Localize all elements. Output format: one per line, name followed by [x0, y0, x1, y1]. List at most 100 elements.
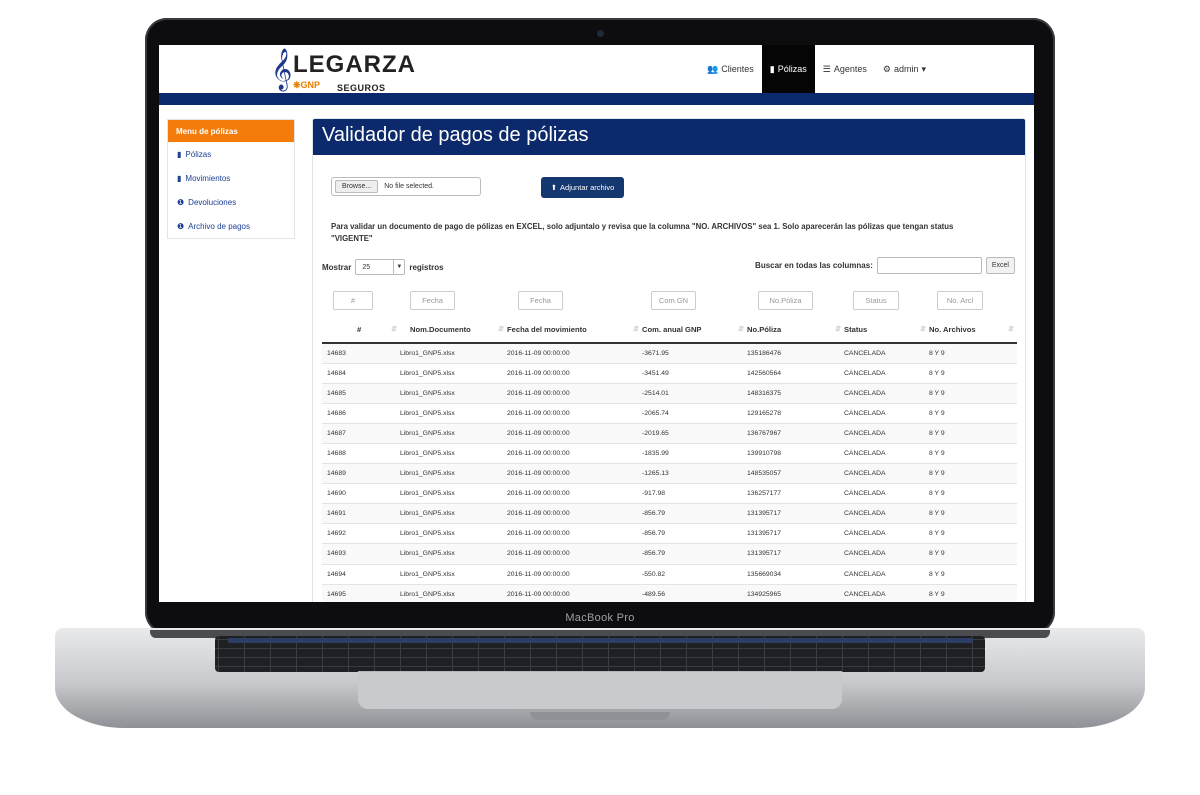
cell-row-number: 14687 [322, 422, 400, 444]
cell-no-poliza: 142560564 [747, 362, 844, 384]
device-label: MacBook Pro [565, 612, 635, 624]
brand-logo[interactable]: 𝄞 LEGARZA ❋GNP SEGUROS S.A [271, 50, 415, 104]
cell-fecha-movimiento: 2016-11-09 00:00:00 [507, 463, 642, 484]
page-length-select[interactable]: 25 ▼ [355, 259, 406, 275]
table-row[interactable]: 14683 Libro1_GNP5.xlsx 2016-11-09 00:00:00… [322, 342, 1017, 364]
attach-file-button[interactable]: ⬆ Adjuntar archivo [541, 177, 624, 198]
payments-table: # ⇵ Nom.Documento ⇵ Fecha del movimiento ⇵ … [322, 316, 1017, 602]
cell-no-poliza: 131395717 [747, 503, 844, 524]
filter-input-number[interactable]: # [333, 291, 373, 310]
cell-row-number: 14693 [322, 543, 400, 565]
cell-nom-documento: Libro1_GNP5.xlsx [400, 483, 507, 504]
table-search: Buscar en todas las columnas: Excel [755, 257, 1015, 274]
nav-item-admin-dropdown[interactable]: ⚙ admin ▾ [875, 45, 934, 93]
cell-fecha-movimiento: 2016-11-09 00:00:00 [507, 583, 642, 602]
search-input[interactable] [876, 257, 982, 274]
sidebar-item-archivo-de-pagos[interactable]: ❶ Archivo de pagos [168, 214, 294, 238]
column-header-status[interactable]: Status ⇵ [844, 316, 929, 344]
cell-status: CANCELADA [844, 583, 929, 602]
filter-input-com-gnp[interactable]: Com.GN [651, 291, 696, 310]
top-nav-menu: 👥 Clientes ▮ Pólizas ☰ Agentes ⚙ admin ▾ [699, 45, 934, 93]
nav-item-clientes[interactable]: 👥 Clientes [699, 45, 762, 93]
column-header-label: # [357, 324, 362, 334]
column-header-no-archivos[interactable]: No. Archivos ⇵ [929, 316, 1017, 344]
cell-com-anual-gnp: -856.79 [642, 503, 747, 524]
sidebar-item-polizas[interactable]: ▮ Pólizas [168, 142, 294, 166]
cell-fecha-movimiento: 2016-11-09 00:00:00 [507, 523, 642, 544]
table-row[interactable]: 14689 Libro1_GNP5.xlsx 2016-11-09 00:00:00… [322, 463, 1017, 484]
cell-no-archivos: 8 Y 9 [929, 402, 1017, 424]
cell-row-number: 14692 [322, 523, 400, 544]
laptop-trackpad [358, 671, 842, 709]
filter-input-no-poliza[interactable]: No.Póliza [758, 291, 813, 310]
search-label: Buscar en todas las columnas: [755, 261, 873, 270]
sidebar: Menu de pólizas ▮ Pólizas ▮ Movimientos … [167, 119, 295, 239]
table-header-row: # ⇵ Nom.Documento ⇵ Fecha del movimiento ⇵ … [322, 316, 1017, 344]
header-accent-bar [159, 93, 1034, 105]
cell-no-archivos: 8 Y 9 [929, 503, 1017, 524]
excel-export-button[interactable]: Excel [985, 257, 1015, 274]
filter-input-status[interactable]: Status [853, 291, 899, 310]
cell-nom-documento: Libro1_GNP5.xlsx [400, 463, 507, 484]
cell-nom-documento: Libro1_GNP5.xlsx [400, 543, 507, 565]
cell-com-anual-gnp: -550.82 [642, 563, 747, 585]
column-header-nom-documento[interactable]: Nom.Documento ⇵ [400, 316, 507, 344]
column-header-number[interactable]: # ⇵ [322, 316, 400, 344]
column-header-label: Fecha del movimiento [507, 324, 587, 334]
laptop-touchbar [228, 638, 973, 643]
cell-fecha-movimiento: 2016-11-09 00:00:00 [507, 563, 642, 585]
cell-com-anual-gnp: -2514.01 [642, 382, 747, 404]
table-row[interactable]: 14695 Libro1_GNP5.xlsx 2016-11-09 00:00:00… [322, 583, 1017, 602]
cell-no-archivos: 8 Y 9 [929, 523, 1017, 544]
sort-icon: ⇵ [391, 326, 397, 333]
cell-com-anual-gnp: -3671.95 [642, 342, 747, 364]
column-header-no-poliza[interactable]: No.Póliza ⇵ [747, 316, 844, 344]
table-row[interactable]: 14685 Libro1_GNP5.xlsx 2016-11-09 00:00:00… [322, 382, 1017, 404]
info-icon: ❶ [177, 197, 185, 207]
cell-no-poliza: 148535057 [747, 463, 844, 484]
sort-icon: ⇵ [835, 326, 841, 333]
cell-row-number: 14688 [322, 442, 400, 464]
table-row[interactable]: 14688 Libro1_GNP5.xlsx 2016-11-09 00:00:00… [322, 442, 1017, 464]
nav-item-polizas[interactable]: ▮ Pólizas [761, 45, 815, 93]
cell-com-anual-gnp: -489.56 [642, 583, 747, 602]
table-row[interactable]: 14693 Libro1_GNP5.xlsx 2016-11-09 00:00:00… [322, 543, 1017, 565]
table-row[interactable]: 14692 Libro1_GNP5.xlsx 2016-11-09 00:00:00… [322, 523, 1017, 544]
table-row[interactable]: 14691 Libro1_GNP5.xlsx 2016-11-09 00:00:00… [322, 503, 1017, 524]
cell-com-anual-gnp: -1835.99 [642, 442, 747, 464]
cell-com-anual-gnp: -917.98 [642, 483, 747, 504]
table-row[interactable]: 14684 Libro1_GNP5.xlsx 2016-11-09 00:00:00… [322, 362, 1017, 384]
table-row[interactable]: 14690 Libro1_GNP5.xlsx 2016-11-09 00:00:00… [322, 483, 1017, 504]
sidebar-title: Menu de pólizas [168, 120, 294, 142]
cell-row-number: 14691 [322, 503, 400, 524]
cell-row-number: 14683 [322, 342, 400, 364]
nav-label: Clientes [721, 64, 754, 74]
cell-fecha-movimiento: 2016-11-09 00:00:00 [507, 483, 642, 504]
column-header-label: No. Archivos [929, 324, 976, 334]
column-header-com-anual-gnp[interactable]: Com. anual GNP ⇵ [642, 316, 747, 344]
cell-no-archivos: 8 Y 9 [929, 543, 1017, 565]
column-header-fecha-movimiento[interactable]: Fecha del movimiento ⇵ [507, 316, 642, 344]
sidebar-item-movimientos[interactable]: ▮ Movimientos [168, 166, 294, 190]
browse-button[interactable]: Browse... [335, 180, 379, 193]
table-row[interactable]: 14694 Libro1_GNP5.xlsx 2016-11-09 00:00:00… [322, 563, 1017, 585]
cell-status: CANCELADA [844, 402, 929, 424]
filter-input-fecha-1[interactable]: Fecha [410, 291, 455, 310]
screen: 𝄞 LEGARZA ❋GNP SEGUROS S.A 👥 Clientes ▮ … [159, 45, 1034, 602]
filter-input-no-archivos[interactable]: No. Arcl [937, 291, 983, 310]
filter-input-fecha-2[interactable]: Fecha [518, 291, 563, 310]
table-row[interactable]: 14687 Libro1_GNP5.xlsx 2016-11-09 00:00:00… [322, 422, 1017, 444]
cell-com-anual-gnp: -3451.49 [642, 362, 747, 384]
cell-com-anual-gnp: -2019.65 [642, 422, 747, 444]
sidebar-item-devoluciones[interactable]: ❶ Devoluciones [168, 190, 294, 214]
cell-no-poliza: 135669034 [747, 563, 844, 585]
table-row[interactable]: 14686 Libro1_GNP5.xlsx 2016-11-09 00:00:00… [322, 402, 1017, 424]
file-input[interactable]: Browse... No file selected. [331, 177, 481, 196]
length-suffix: registros [409, 262, 444, 272]
sort-icon: ⇵ [1008, 326, 1014, 333]
cell-status: CANCELADA [844, 563, 929, 585]
nav-item-agentes[interactable]: ☰ Agentes [815, 45, 875, 93]
cell-status: CANCELADA [844, 342, 929, 364]
cell-row-number: 14689 [322, 463, 400, 484]
sidebar-item-label: Pólizas [185, 149, 212, 159]
